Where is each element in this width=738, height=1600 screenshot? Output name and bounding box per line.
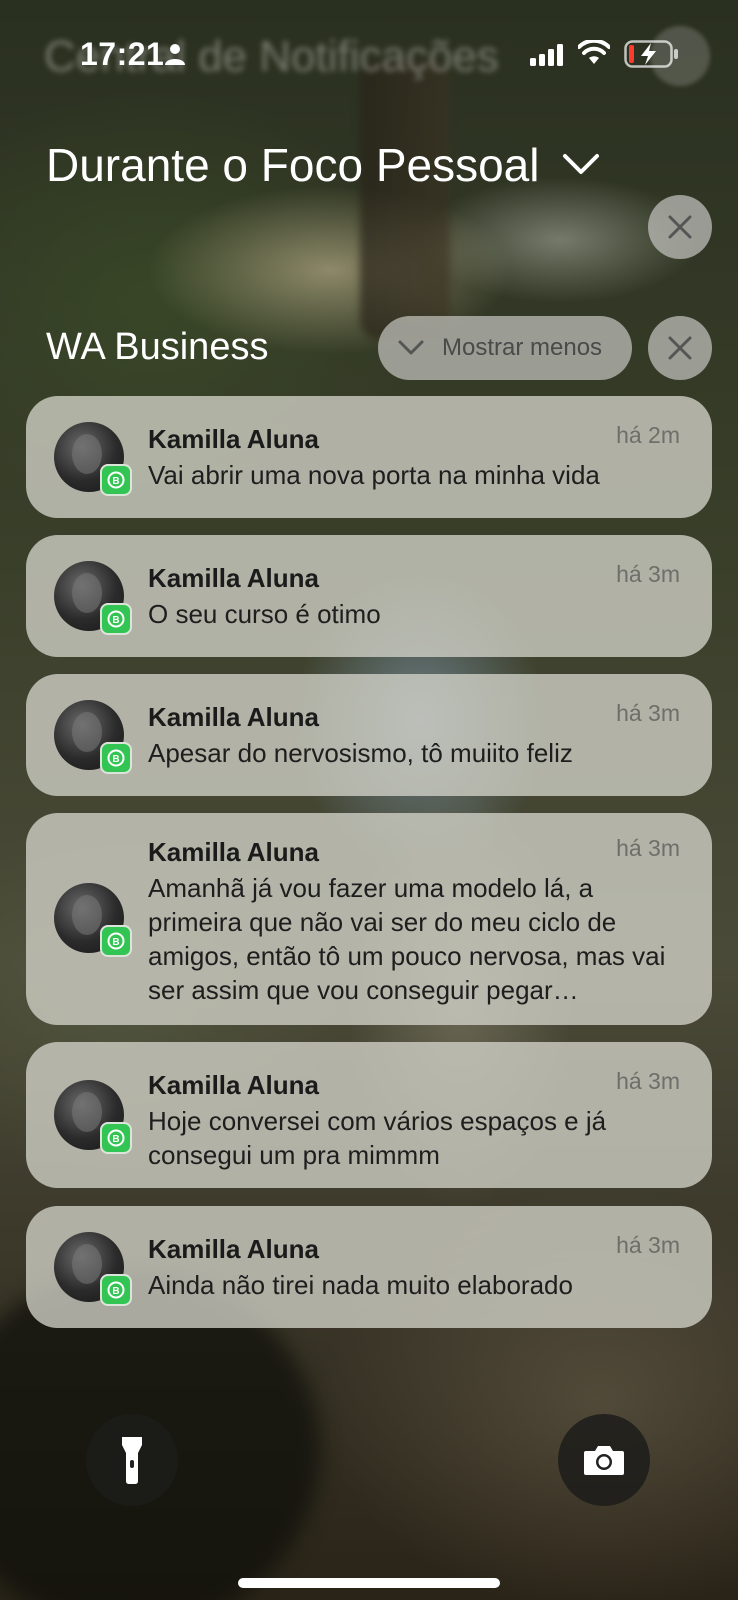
notification-time: há 2m [616,422,680,448]
notification-card[interactable]: B Kamilla Aluna há 3m O seu curso é otim… [26,535,712,657]
focus-close-button[interactable] [648,195,712,259]
battery-charging-icon [624,40,678,68]
whatsapp-business-icon: B [100,603,132,635]
notification-sender: Kamilla Aluna [148,837,319,867]
notification-message: Hoje conversei com vários espaços e já c… [148,1106,607,1170]
focus-mode-header[interactable]: Durante o Foco Pessoal [46,138,600,192]
notification-time: há 3m [616,835,680,861]
show-less-label: Mostrar menos [442,334,603,361]
show-less-button[interactable]: Mostrar menos [378,316,632,380]
notification-message: O seu curso é otimo [148,599,381,629]
notification-sender: Kamilla Aluna [148,1234,319,1264]
close-icon [668,215,692,239]
svg-text:B: B [112,754,119,765]
home-indicator[interactable] [238,1578,500,1588]
svg-text:B: B [112,937,119,948]
svg-text:B: B [112,1134,119,1145]
notification-group-title: WA Business [46,326,269,368]
lock-screen-wallpaper [0,0,738,1600]
focus-mode-title: Durante o Foco Pessoal [46,139,540,191]
notification-sender: Kamilla Aluna [148,1070,319,1100]
chevron-down-icon [562,154,599,174]
whatsapp-business-icon: B [100,1122,132,1154]
svg-text:B: B [112,476,119,487]
cellular-signal-icon [530,44,563,66]
flashlight-button[interactable] [86,1414,178,1506]
notification-message: Amanhã já vou fazer uma modelo lá, a pri… [148,873,666,1005]
chevron-down-icon [398,340,424,355]
notification-time: há 3m [616,1232,680,1258]
whatsapp-business-icon: B [100,742,132,774]
group-clear-button[interactable] [648,316,712,380]
flashlight-icon [122,1437,142,1484]
notification-time: há 3m [616,700,680,726]
whatsapp-business-icon: B [100,464,132,496]
notification-message: Apesar do nervosismo, tô muiito feliz [148,738,573,768]
wifi-icon [578,40,610,64]
notification-card[interactable]: B Kamilla Aluna há 2m Vai abrir uma nova… [26,396,712,518]
notification-card[interactable]: B Kamilla Aluna há 3m Apesar do nervosis… [26,674,712,796]
whatsapp-business-icon: B [100,925,132,957]
notification-card[interactable]: B Kamilla Aluna há 3m Amanhã já vou faze… [26,813,712,1025]
status-time: 17:21 [80,36,165,72]
notification-time: há 3m [616,561,680,587]
status-bar: Central de Notificações 17:21 [0,0,738,110]
close-icon [668,336,692,360]
notification-card[interactable]: B Kamilla Aluna há 3m Ainda não tirei na… [26,1206,712,1328]
notification-sender: Kamilla Aluna [148,563,319,593]
notification-message: Ainda não tirei nada muito elaborado [148,1270,573,1300]
notification-card[interactable]: B Kamilla Aluna há 3m Hoje conversei com… [26,1042,712,1188]
svg-text:B: B [112,615,119,626]
whatsapp-business-icon: B [100,1274,132,1306]
notification-sender: Kamilla Aluna [148,424,319,454]
person-icon [165,44,185,65]
notification-sender: Kamilla Aluna [148,702,319,732]
camera-icon [584,1446,624,1475]
notification-time: há 3m [616,1068,680,1094]
camera-button[interactable] [558,1414,650,1506]
notification-message: Vai abrir uma nova porta na minha vida [148,460,600,490]
svg-text:B: B [112,1286,119,1297]
